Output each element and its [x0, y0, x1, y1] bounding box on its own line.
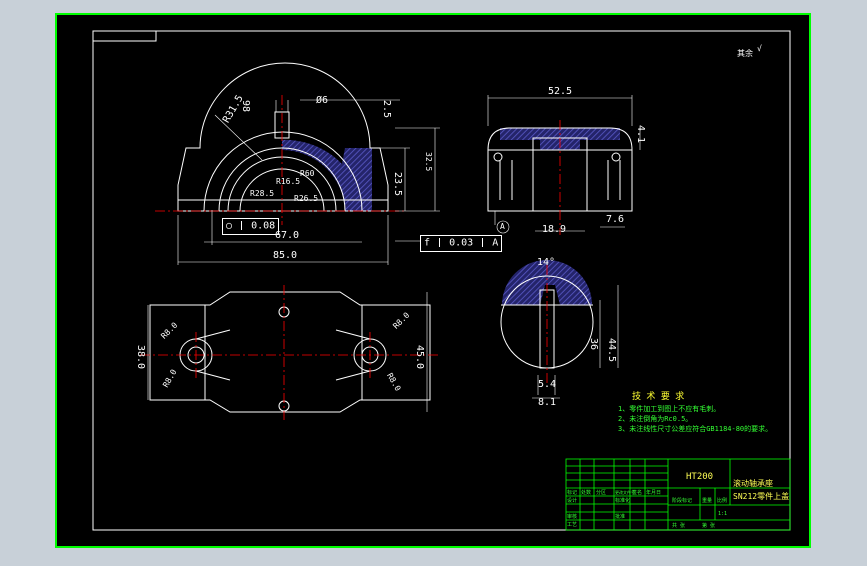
- tech-req-item-2: 2、未注倒角为Rc0.5。: [618, 415, 693, 423]
- tb-scale-value: 1:1: [718, 511, 728, 517]
- dim-2-5: 2.5: [381, 100, 392, 119]
- dim-r60: R60: [300, 169, 315, 178]
- dim-r26-5: R26.5: [294, 194, 319, 203]
- roughness-symbol: √: [757, 44, 762, 53]
- tech-req-item-3: 3、未注线性尺寸公差应符合GB1184-80的要求。: [618, 425, 773, 433]
- tb-label-zone: 分区: [596, 490, 607, 496]
- tb-label-std: 标准化: [615, 498, 631, 504]
- tb-label-review: 审核: [567, 514, 578, 520]
- tech-req-title: 技 术 要 求: [632, 392, 685, 402]
- dim-5-4: 5.4: [538, 379, 557, 390]
- dim-7-6: 7.6: [606, 214, 625, 225]
- tech-req-item-1: 1、零件加工到图上不应有毛刺。: [618, 405, 721, 413]
- dim-98: 98: [240, 100, 251, 113]
- dim-85: 85.0: [273, 250, 298, 261]
- tb-label-total: 共 张: [672, 523, 686, 529]
- dim-45: 45.0: [414, 345, 425, 370]
- tolerance-value-2: 0.03: [449, 237, 474, 249]
- tolerance-value-1: 0.08: [251, 220, 276, 232]
- tolerance-frame-1: ○ 0.08: [222, 218, 280, 235]
- tb-label-stage: 阶段标记: [672, 498, 693, 504]
- dim-32-5: 32.5: [424, 152, 433, 172]
- dim-18-9: 18.9: [542, 224, 567, 235]
- dim-r28-5: R28.5: [250, 189, 275, 198]
- dim-44-5: 44.5: [606, 338, 617, 363]
- roughness-note: 其余: [737, 49, 753, 58]
- part-name-1: 滚动轴承座: [733, 479, 773, 488]
- tb-label-design: 设计: [567, 498, 578, 504]
- dim-14deg: 14°: [537, 257, 556, 268]
- datum-a: A: [500, 222, 505, 231]
- tb-label-approve: 批准: [615, 514, 626, 520]
- dim-52-5: 52.5: [548, 86, 573, 97]
- drawing-canvas: [55, 13, 811, 548]
- dim-4-1: 4.1: [635, 125, 646, 144]
- tb-label-sign: 签名: [632, 490, 643, 496]
- tolerance-frame-2: f 0.03 A: [420, 235, 503, 252]
- material: HT200: [686, 472, 714, 482]
- tolerance-symbol-2: f: [424, 237, 431, 249]
- dim-23-5: 23.5: [392, 172, 403, 197]
- drawing-stage: 其余 √ R31.5 98 Ø6 2.5 32.5 23.5 R28.5 R26…: [0, 0, 867, 562]
- tb-label-sheet: 第 张: [702, 523, 716, 529]
- dim-d6: Ø6: [316, 95, 329, 106]
- tb-label-weight: 重量: [702, 498, 713, 504]
- tb-label-process: 工艺: [567, 522, 578, 528]
- dim-8-1: 8.1: [538, 397, 557, 408]
- dim-r16-5: R16.5: [276, 177, 301, 186]
- dim-38: 38.0: [135, 345, 146, 370]
- part-name-2: SN212零件上盖: [733, 492, 790, 501]
- tb-label-mark: 标记: [567, 490, 578, 496]
- tolerance-datum-2: A: [492, 237, 499, 249]
- tb-label-scale: 比例: [717, 498, 728, 504]
- tolerance-symbol-1: ○: [226, 220, 233, 232]
- tb-label-count: 处数: [581, 490, 592, 496]
- sheet-background: [56, 14, 810, 547]
- tb-label-date: 年月日: [646, 490, 662, 496]
- dim-36: 36: [588, 338, 599, 351]
